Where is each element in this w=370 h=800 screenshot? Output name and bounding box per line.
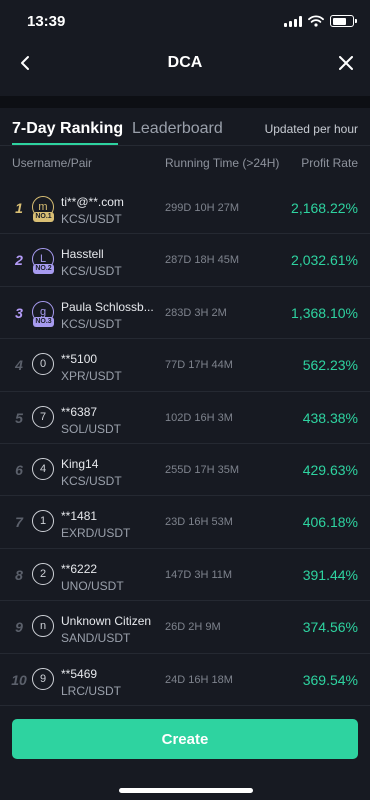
rank-number: 8 [15,566,23,583]
wifi-icon [308,15,324,27]
rank-number: 1 [15,200,23,216]
ranking-list: 1 m NO.1 ti**@**.com KCS/USDT 299D 10H 2… [0,182,370,706]
avatar: n [32,615,54,638]
username: **5100 [61,352,98,367]
trading-pair: LRC/USDT [61,683,122,698]
update-frequency-label: Updated per hour [264,122,358,136]
running-time: 24D 16H 18M [165,673,233,686]
status-icons [284,15,357,27]
signal-icon [284,15,302,27]
table-row[interactable]: 10 9 **5469 LRC/USDT 24D 16H 18M 369.54% [0,654,370,706]
running-time: 23D 16H 53M [165,516,233,529]
table-row[interactable]: 1 m NO.1 ti**@**.com KCS/USDT 299D 10H 2… [0,182,370,235]
rank-number: 9 [15,619,23,636]
avatar: 0 [32,353,54,376]
profit-rate: 374.56% [302,619,358,636]
profit-rate: 438.38% [302,409,358,426]
table-row[interactable]: 5 7 **6387 SOL/USDT 102D 16H 3M 438.38% [0,392,370,444]
trading-pair: SOL/USDT [61,421,122,436]
create-button[interactable]: Create [12,719,358,759]
rank-medal-badge: NO.3 [33,316,54,327]
profit-rate: 369.54% [302,671,358,688]
rank-number: 6 [15,461,23,478]
username: Paula Schlossb... [61,299,154,314]
username: King14 [61,456,99,471]
table-row[interactable]: 3 g NO.3 Paula Schlossb... KCS/USDT 283D… [0,287,370,340]
username: Hasstell [61,247,104,262]
running-time: 77D 17H 44M [165,359,233,372]
username: **6222 [61,561,98,576]
username: **1481 [61,509,98,524]
tab-bar: 7-Day Ranking Leaderboard Updated per ho… [0,108,370,146]
username: **6387 [61,404,98,419]
profit-rate: 2,032.61% [291,252,358,269]
rank-number: 3 [15,304,23,321]
rank-medal-badge: NO.1 [33,212,54,222]
username: ti**@**.com [61,195,124,209]
profit-rate: 1,368.10% [291,304,358,321]
trading-pair: KCS/USDT [61,473,122,488]
trading-pair: KCS/USDT [61,316,122,331]
profit-rate: 2,168.22% [291,200,358,216]
avatar: 1 [32,510,54,533]
rank-number: 10 [11,671,27,688]
running-time: 299D 10H 27M [165,202,239,214]
running-time: 283D 3H 2M [165,306,227,319]
profit-rate: 429.63% [302,461,358,478]
trading-pair: KCS/USDT [61,264,122,279]
table-row[interactable]: 2 L NO.2 Hasstell KCS/USDT 287D 18H 45M … [0,234,370,287]
profit-rate: 562.23% [302,357,358,374]
running-time: 26D 2H 9M [165,621,221,634]
table-row[interactable]: 4 0 **5100 XPR/USDT 77D 17H 44M 562.23% [0,339,370,392]
table-row[interactable]: 9 n Unknown Citizen SAND/USDT 26D 2H 9M … [0,601,370,654]
close-icon [339,56,353,70]
running-time: 147D 3H 11M [165,568,233,581]
running-time: 287D 18H 45M [165,254,239,267]
rank-number: 5 [15,409,23,426]
running-time: 102D 16H 3M [165,411,233,424]
table-row[interactable]: 6 4 King14 KCS/USDT 255D 17H 35M 429.63% [0,444,370,497]
tab-leaderboard[interactable]: Leaderboard [132,120,223,138]
rank-number: 7 [15,514,23,531]
rank-medal-badge: NO.2 [33,264,54,275]
nav-bar: DCA [0,44,370,84]
table-row[interactable]: 8 2 **6222 UNO/USDT 147D 3H 11M 391.44% [0,549,370,602]
running-time: 255D 17H 35M [165,463,239,476]
rank-number: 4 [15,357,23,374]
trading-pair: EXRD/USDT [61,526,131,541]
page-title: DCA [167,54,203,71]
column-header-username: Username/Pair [12,156,93,170]
status-bar: 13:39 [0,0,370,44]
battery-icon [330,15,357,27]
status-time: 13:39 [27,13,66,30]
username: **5469 [61,666,98,681]
trading-pair: KCS/USDT [61,212,122,226]
profit-rate: 406.18% [302,514,358,531]
close-button[interactable] [333,50,359,76]
section-divider [0,96,370,108]
avatar: 2 [32,562,54,585]
active-tab-indicator [12,143,118,145]
rank-number: 2 [15,252,23,269]
profit-rate: 391.44% [302,566,358,583]
trading-pair: UNO/USDT [61,578,124,593]
avatar: 7 [32,405,54,428]
avatar: 9 [32,667,54,690]
column-header-profit-rate: Profit Rate [301,156,358,170]
column-header-running-time: Running Time (>24H) [165,156,280,170]
trading-pair: SAND/USDT [61,631,131,646]
home-indicator[interactable] [119,788,253,793]
avatar: 4 [32,457,54,480]
username: Unknown Citizen [61,614,152,629]
trading-pair: XPR/USDT [61,369,122,384]
table-row[interactable]: 7 1 **1481 EXRD/USDT 23D 16H 53M 406.18% [0,496,370,549]
tab-7-day-ranking[interactable]: 7-Day Ranking [12,120,123,138]
